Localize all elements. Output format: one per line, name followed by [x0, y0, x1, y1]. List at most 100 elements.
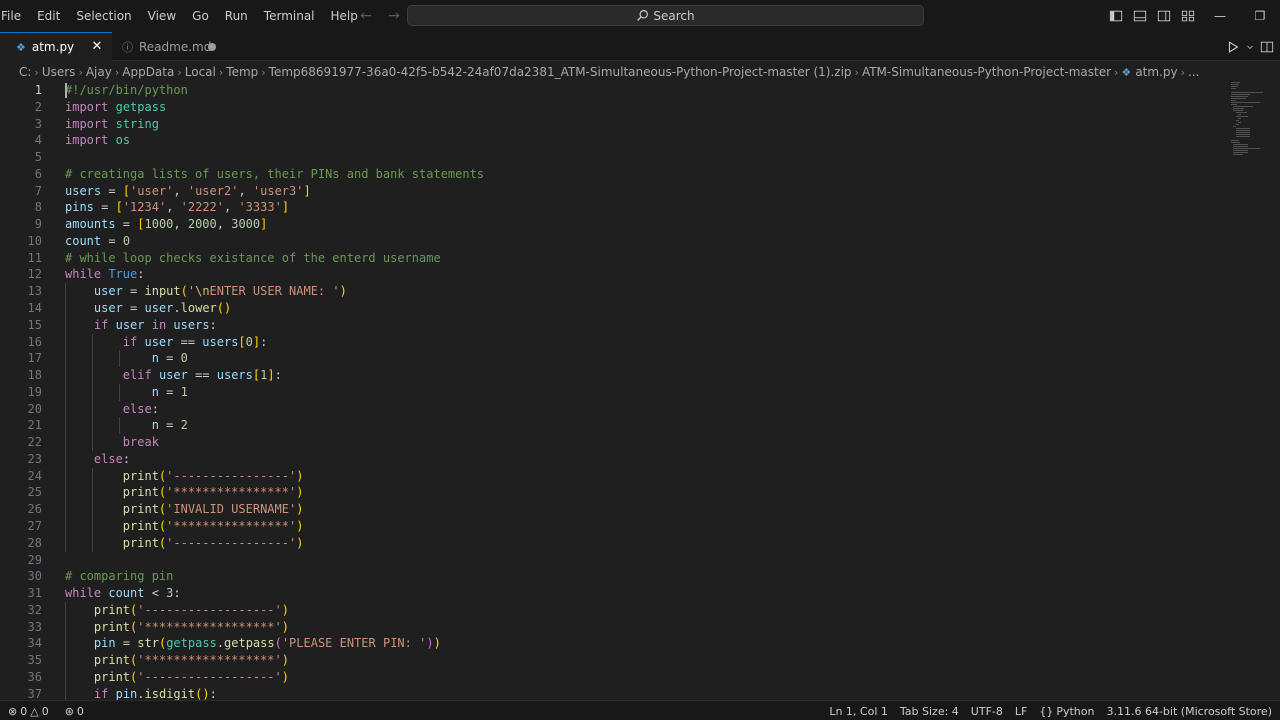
- cursor-position[interactable]: Ln 1, Col 1: [823, 705, 894, 718]
- code-line[interactable]: 28 print('----------------'): [0, 535, 1225, 552]
- chevron-right-icon: ›: [177, 65, 182, 79]
- breadcrumb-item[interactable]: AppData: [122, 65, 174, 79]
- code-line[interactable]: 4 import os: [0, 132, 1225, 149]
- code-line[interactable]: 32 print('------------------'): [0, 602, 1225, 619]
- code-text: print('----------------'): [122, 469, 304, 483]
- code-line[interactable]: 11 # while loop checks existance of the e…: [0, 250, 1225, 267]
- breadcrumb-item[interactable]: Temp: [226, 65, 258, 79]
- code-line[interactable]: 24 print('----------------'): [0, 468, 1225, 485]
- line-number: 10: [27, 234, 42, 248]
- menu-go[interactable]: Go: [184, 0, 217, 32]
- line-number: 18: [27, 368, 42, 382]
- breadcrumb-item[interactable]: Ajay: [86, 65, 112, 79]
- code-line[interactable]: 12 while True:: [0, 266, 1225, 283]
- run-icon[interactable]: [1226, 40, 1240, 54]
- code-line[interactable]: 7 users = ['user', 'user2', 'user3']: [0, 183, 1225, 200]
- tab-readme-md[interactable]: ⓘ Readme.md: [112, 32, 230, 61]
- toggle-primary-sidebar-icon[interactable]: [1104, 0, 1128, 32]
- breadcrumb-item[interactable]: ...: [1188, 65, 1199, 79]
- minimize-icon[interactable]: —: [1200, 0, 1240, 32]
- code-line[interactable]: 22 break: [0, 434, 1225, 451]
- close-icon[interactable]: ✕: [90, 40, 104, 54]
- minimap-line: [1235, 120, 1239, 121]
- restore-icon[interactable]: ❐: [1240, 0, 1280, 32]
- language-mode[interactable]: {} Python: [1033, 705, 1100, 718]
- python-file-icon: ❖: [1121, 65, 1132, 79]
- python-interpreter[interactable]: 3.11.6 64-bit (Microsoft Store): [1100, 705, 1278, 718]
- breadcrumb-item[interactable]: C:: [19, 65, 31, 79]
- file-encoding[interactable]: UTF-8: [965, 705, 1009, 718]
- line-number: 29: [27, 553, 42, 567]
- menu-edit[interactable]: Edit: [29, 0, 68, 32]
- line-number: 9: [34, 217, 42, 231]
- code-line[interactable]: 10 count = 0: [0, 233, 1225, 250]
- menu-view[interactable]: View: [140, 0, 184, 32]
- code-line[interactable]: 9 amounts = [1000, 2000, 3000]: [0, 216, 1225, 233]
- menu-file[interactable]: File: [0, 0, 29, 32]
- chevron-down-icon[interactable]: [1246, 40, 1254, 54]
- code-text: print('----------------'): [122, 536, 304, 550]
- code-text: print('******************'): [93, 653, 289, 667]
- code-line[interactable]: 17 n = 0: [0, 350, 1225, 367]
- code-line[interactable]: 30 # comparing pin: [0, 568, 1225, 585]
- code-line[interactable]: 19 n = 1: [0, 384, 1225, 401]
- tab-size[interactable]: Tab Size: 4: [894, 705, 965, 718]
- menu-selection[interactable]: Selection: [68, 0, 139, 32]
- code-editor[interactable]: 1 #!/usr/bin/python 2 import getpass 3 import…: [0, 82, 1280, 700]
- tab-atm-py[interactable]: ❖ atm.py ✕: [0, 32, 112, 61]
- line-number: 27: [27, 519, 42, 533]
- forward-arrow-icon[interactable]: →: [384, 6, 404, 26]
- code-line[interactable]: 1 #!/usr/bin/python: [0, 82, 1225, 99]
- toggle-secondary-sidebar-icon[interactable]: [1152, 0, 1176, 32]
- command-center-search[interactable]: Search: [407, 5, 924, 26]
- end-of-line[interactable]: LF: [1009, 705, 1033, 718]
- back-arrow-icon[interactable]: ←: [356, 6, 376, 26]
- code-line[interactable]: 5: [0, 149, 1225, 166]
- split-editor-icon[interactable]: [1260, 40, 1274, 54]
- editor-actions: [1226, 32, 1280, 61]
- code-line[interactable]: 34 pin = str(getpass.getpass('PLEASE ENT…: [0, 635, 1225, 652]
- code-line[interactable]: 15 if user in users:: [0, 317, 1225, 334]
- code-line[interactable]: 27 print('****************'): [0, 518, 1225, 535]
- code-line[interactable]: 14 user = user.lower(): [0, 300, 1225, 317]
- line-number: 24: [27, 469, 42, 483]
- code-line[interactable]: 21 n = 2: [0, 417, 1225, 434]
- breadcrumb-item[interactable]: Users: [42, 65, 76, 79]
- toggle-panel-icon[interactable]: [1128, 0, 1152, 32]
- menu-run[interactable]: Run: [217, 0, 256, 32]
- minimap-line: [1231, 88, 1236, 89]
- code-line[interactable]: 18 elif user == users[1]:: [0, 367, 1225, 384]
- code-line[interactable]: 23 else:: [0, 451, 1225, 468]
- code-line[interactable]: 36 print('------------------'): [0, 669, 1225, 686]
- code-line[interactable]: 16 if user == users[0]:: [0, 334, 1225, 351]
- ports-indicator[interactable]: ⊛ 0: [59, 705, 90, 718]
- code-line[interactable]: 25 print('****************'): [0, 484, 1225, 501]
- code-line[interactable]: 35 print('******************'): [0, 652, 1225, 669]
- search-label: Search: [653, 8, 695, 23]
- line-number: 14: [27, 301, 42, 315]
- code-line[interactable]: 37 if pin.isdigit():: [0, 686, 1225, 700]
- code-line[interactable]: 20 else:: [0, 401, 1225, 418]
- code-line[interactable]: 6 # creatinga lists of users, their PINs …: [0, 166, 1225, 183]
- code-line[interactable]: 8 pins = ['1234', '2222', '3333']: [0, 199, 1225, 216]
- problems-indicator[interactable]: ⊗ 0 △ 0: [2, 705, 55, 718]
- unsaved-dot-icon[interactable]: [208, 43, 216, 51]
- code-line[interactable]: 31 while count < 3:: [0, 585, 1225, 602]
- breadcrumb-item[interactable]: atm.py: [1135, 65, 1177, 79]
- chevron-right-icon: ›: [218, 65, 224, 79]
- breadcrumb-item[interactable]: Temp68691977-36a0-42f5-b542-24af07da2381…: [269, 65, 852, 79]
- code-line[interactable]: 29: [0, 552, 1225, 569]
- customize-layout-icon[interactable]: [1176, 0, 1200, 32]
- line-number: 28: [27, 536, 42, 550]
- code-line[interactable]: 26 print('INVALID USERNAME'): [0, 501, 1225, 518]
- code-line[interactable]: 2 import getpass: [0, 99, 1225, 116]
- menu-terminal[interactable]: Terminal: [256, 0, 323, 32]
- code-line[interactable]: 13 user = input('\nENTER USER NAME: '): [0, 283, 1225, 300]
- breadcrumb-item[interactable]: ATM-Simultaneous-Python-Project-master: [862, 65, 1111, 79]
- breadcrumb-item[interactable]: Local: [185, 65, 216, 79]
- code-line[interactable]: 33 print('******************'): [0, 619, 1225, 636]
- text-cursor: [65, 83, 67, 98]
- code-text: while True:: [65, 267, 145, 281]
- code-line[interactable]: 3 import string: [0, 116, 1225, 133]
- minimap[interactable]: [1225, 82, 1280, 700]
